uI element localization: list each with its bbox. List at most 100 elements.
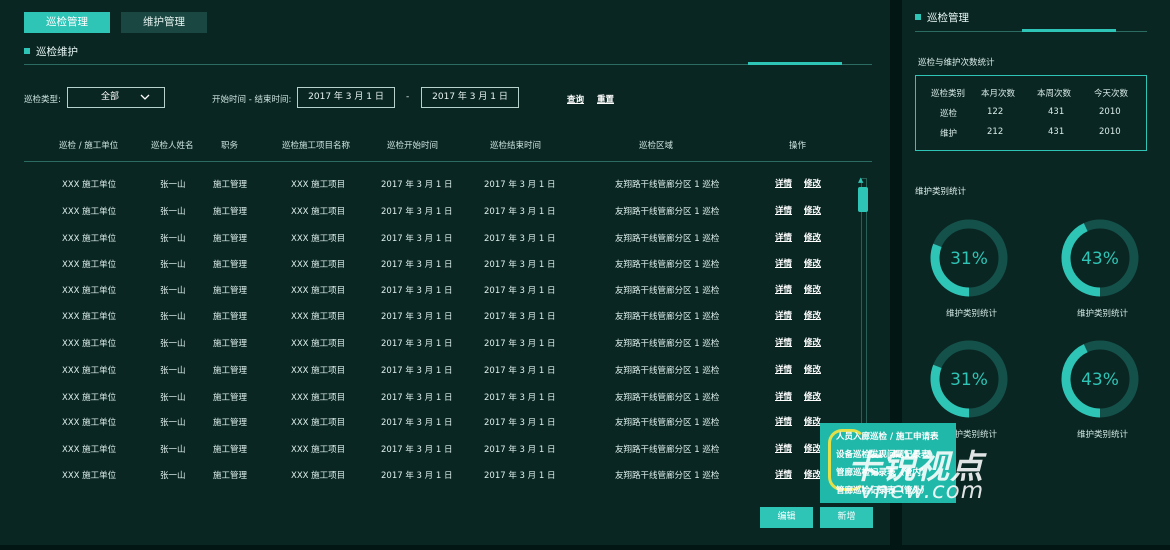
cell-project: XXX 施工项目	[291, 207, 346, 217]
tab-maintenance[interactable]: 维护管理	[121, 12, 207, 33]
tab-inspection[interactable]: 巡检管理	[24, 12, 110, 33]
cell-unit: XXX 施工单位	[62, 260, 117, 270]
ring-value: 43%	[1081, 370, 1119, 390]
stats-header-today: 今天次数	[1094, 89, 1129, 99]
cell-area: 友翔路干线管廊分区 1 巡检	[615, 312, 720, 322]
start-date-input[interactable]: 2017 年 3 月 1 日	[297, 87, 395, 108]
edit-link[interactable]: 修改	[804, 442, 821, 454]
type-select[interactable]: 全部	[67, 87, 165, 108]
cell-area: 友翔路干线管廊分区 1 巡检	[615, 286, 720, 296]
col-start-header: 巡检开始时间	[387, 141, 439, 151]
edit-link[interactable]: 修改	[804, 283, 821, 295]
cell-duty: 施工管理	[213, 286, 248, 296]
cell-area: 友翔路干线管廊分区 1 巡检	[615, 366, 720, 376]
cell-end: 2017 年 3 月 1 日	[484, 312, 556, 322]
end-date-input[interactable]: 2017 年 3 月 1 日	[421, 87, 519, 108]
stats-title: 巡检与维护次数统计	[918, 58, 995, 68]
stats-row-month: 212	[987, 127, 1004, 137]
cell-end: 2017 年 3 月 1 日	[484, 418, 556, 428]
type-select-value: 全部	[101, 92, 120, 102]
cell-area: 友翔路干线管廊分区 1 巡检	[615, 260, 720, 270]
stats-header-month: 本月次数	[981, 89, 1016, 99]
edit-link[interactable]: 修改	[804, 231, 821, 243]
maintenance-stats-title: 维护类别统计	[915, 187, 967, 197]
cell-start: 2017 年 3 月 1 日	[381, 234, 453, 244]
detail-link[interactable]: 详情	[775, 231, 792, 243]
edit-link[interactable]: 修改	[804, 415, 821, 427]
edit-link[interactable]: 修改	[804, 177, 821, 189]
cell-name: 张一山	[160, 393, 186, 403]
cell-end: 2017 年 3 月 1 日	[484, 260, 556, 270]
add-button[interactable]: 新增	[820, 507, 873, 528]
section-divider	[24, 64, 872, 65]
cell-project: XXX 施工项目	[291, 286, 346, 296]
edit-link[interactable]: 修改	[804, 363, 821, 375]
section-title-text: 巡检维护	[36, 46, 78, 58]
cell-unit: XXX 施工单位	[62, 207, 117, 217]
square-icon	[915, 14, 921, 20]
reset-link[interactable]: 重置	[597, 93, 614, 105]
edit-link[interactable]: 修改	[804, 204, 821, 216]
ring-value: 31%	[950, 370, 988, 390]
cell-project: XXX 施工项目	[291, 234, 346, 244]
cell-start: 2017 年 3 月 1 日	[381, 260, 453, 270]
detail-link[interactable]: 详情	[775, 177, 792, 189]
cell-duty: 施工管理	[213, 260, 248, 270]
stats-header-type: 巡检类别	[931, 89, 966, 99]
col-project-header: 巡检施工项目名称	[282, 141, 351, 151]
query-link[interactable]: 查询	[567, 93, 584, 105]
main-panel	[0, 0, 890, 545]
cell-area: 友翔路干线管廊分区 1 巡检	[615, 418, 720, 428]
sidebar-title-text: 巡检管理	[927, 12, 969, 24]
edit-link[interactable]: 修改	[804, 336, 821, 348]
edit-link[interactable]: 修改	[804, 390, 821, 402]
cell-project: XXX 施工项目	[291, 260, 346, 270]
type-filter-label: 巡检类型:	[24, 95, 61, 105]
cell-duty: 施工管理	[213, 471, 248, 481]
watermark-url: vnew.com	[860, 478, 985, 504]
cell-unit: XXX 施工单位	[62, 286, 117, 296]
cell-duty: 施工管理	[213, 180, 248, 190]
cell-start: 2017 年 3 月 1 日	[381, 207, 453, 217]
cell-duty: 施工管理	[213, 393, 248, 403]
edit-link[interactable]: 修改	[804, 309, 821, 321]
detail-link[interactable]: 详情	[775, 390, 792, 402]
cell-name: 张一山	[160, 180, 186, 190]
cell-unit: XXX 施工单位	[62, 312, 117, 322]
cell-name: 张一山	[160, 418, 186, 428]
detail-link[interactable]: 详情	[775, 309, 792, 321]
cell-unit: XXX 施工单位	[62, 471, 117, 481]
detail-link[interactable]: 详情	[775, 204, 792, 216]
cell-unit: XXX 施工单位	[62, 393, 117, 403]
detail-link[interactable]: 详情	[775, 336, 792, 348]
detail-link[interactable]: 详情	[775, 442, 792, 454]
cell-unit: XXX 施工单位	[62, 366, 117, 376]
detail-link[interactable]: 详情	[775, 468, 792, 480]
edit-link[interactable]: 修改	[804, 257, 821, 269]
cell-project: XXX 施工项目	[291, 180, 346, 190]
detail-link[interactable]: 详情	[775, 257, 792, 269]
cell-duty: 施工管理	[213, 312, 248, 322]
caret-up-icon[interactable]: ▲	[858, 176, 863, 184]
cell-project: XXX 施工项目	[291, 339, 346, 349]
detail-link[interactable]: 详情	[775, 363, 792, 375]
cell-name: 张一山	[160, 471, 186, 481]
square-icon	[24, 48, 30, 54]
edit-button[interactable]: 编辑	[760, 507, 813, 528]
cell-project: XXX 施工项目	[291, 366, 346, 376]
detail-link[interactable]: 详情	[775, 415, 792, 427]
cell-end: 2017 年 3 月 1 日	[484, 471, 556, 481]
cell-unit: XXX 施工单位	[62, 234, 117, 244]
cell-start: 2017 年 3 月 1 日	[381, 418, 453, 428]
detail-link[interactable]: 详情	[775, 283, 792, 295]
cell-start: 2017 年 3 月 1 日	[381, 393, 453, 403]
col-area-header: 巡检区域	[639, 141, 674, 151]
ring-value: 31%	[950, 249, 988, 269]
col-name-header: 巡检人姓名	[151, 141, 194, 151]
section-divider-accent	[748, 62, 842, 65]
stats-row-week: 431	[1048, 127, 1065, 137]
table-scrollbar-thumb[interactable]	[858, 187, 868, 212]
stats-row-week: 431	[1048, 107, 1065, 117]
cell-project: XXX 施工项目	[291, 393, 346, 403]
edit-link[interactable]: 修改	[804, 468, 821, 480]
